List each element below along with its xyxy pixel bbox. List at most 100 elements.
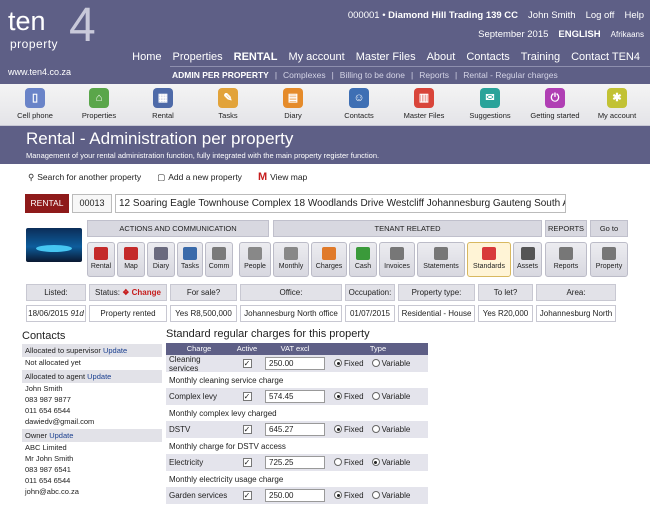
toolbar-master-files[interactable]: ▥ Master Files <box>389 88 459 120</box>
charges-title: Standard regular charges for this proper… <box>166 328 370 340</box>
toolbar-my-account[interactable]: ✱ My account <box>582 88 650 120</box>
toolbar-cell-phone[interactable]: ▯ Cell phone <box>0 88 70 120</box>
nav-rental[interactable]: RENTAL <box>234 51 278 63</box>
tab-people[interactable]: People <box>239 242 271 277</box>
toolbar-properties[interactable]: ⌂ Properties <box>64 88 134 120</box>
contacts-panel: Contacts Allocated to supervisor Update … <box>22 330 162 497</box>
subnav-billing[interactable]: Billing to be done <box>340 70 405 80</box>
property-type-value: Residential - House <box>398 305 475 322</box>
language-afrikaans[interactable]: Afrikaans <box>611 30 644 39</box>
tab-property[interactable]: Property <box>590 242 628 277</box>
subnav-complexes[interactable]: Complexes <box>283 70 326 80</box>
subnav-regular-charges[interactable]: Rental - Regular charges <box>463 70 558 80</box>
language-english[interactable]: ENGLISH <box>558 29 600 40</box>
fixed-radio[interactable]: Fixed <box>334 425 364 434</box>
active-cell: ✓ <box>232 491 262 500</box>
charges-header: Charge Active VAT excl Type <box>166 343 428 355</box>
nav-contacts[interactable]: Contacts <box>466 51 509 63</box>
power-icon: ⏻ <box>545 88 565 108</box>
tab-tasks[interactable]: Tasks <box>177 242 203 277</box>
tab-diary[interactable]: Diary <box>147 242 175 277</box>
tab-invoices[interactable]: Invoices <box>379 242 415 277</box>
fixed-radio[interactable]: Fixed <box>334 458 364 467</box>
active-checkbox[interactable]: ✓ <box>242 458 252 467</box>
logoff-link[interactable]: Log off <box>586 10 615 21</box>
owner-bar: Owner Update <box>22 429 162 442</box>
fixed-radio[interactable]: Fixed <box>334 392 364 401</box>
view-map-link[interactable]: M View map <box>258 171 307 183</box>
nav-home[interactable]: Home <box>132 51 161 63</box>
toolbar-tasks[interactable]: ✎ Tasks <box>193 88 263 120</box>
folder-icon: ▥ <box>414 88 434 108</box>
amount-cell: 725.25 <box>262 456 328 469</box>
tab-standards[interactable]: Standards <box>467 242 511 277</box>
tab-rental[interactable]: Rental <box>87 242 115 277</box>
variable-radio[interactable]: Variable <box>371 491 410 500</box>
change-status-link[interactable]: ❖ Change <box>122 288 161 297</box>
active-checkbox[interactable]: ✓ <box>242 392 252 401</box>
tab-statements[interactable]: Statements <box>417 242 465 277</box>
toolbar-rental[interactable]: ▦ Rental <box>128 88 198 120</box>
nav-about[interactable]: About <box>427 51 456 63</box>
variable-radio[interactable]: Variable <box>371 392 410 401</box>
refresh-icon <box>482 247 496 260</box>
logo-subtext: property <box>10 37 59 51</box>
toolbar-getting-started[interactable]: ⏻ Getting started <box>520 88 590 120</box>
document-icon: ▢ <box>157 171 166 182</box>
update-owner-link[interactable]: Update <box>49 431 73 440</box>
toolbar-contacts[interactable]: ☺ Contacts <box>324 88 394 120</box>
subnav-reports[interactable]: Reports <box>419 70 449 80</box>
charge-description: Monthly cleaning service charge <box>169 376 284 385</box>
owner-email[interactable]: john@abc.co.za <box>22 486 162 497</box>
fixed-radio[interactable]: Fixed <box>334 359 364 368</box>
tab-monthly[interactable]: Monthly <box>273 242 309 277</box>
variable-radio[interactable]: Variable <box>371 458 410 467</box>
assets-icon <box>520 247 535 260</box>
tab-map[interactable]: Map <box>117 242 145 277</box>
update-agent-link[interactable]: Update <box>87 372 111 381</box>
agent-email[interactable]: dawiedv@gmail.com <box>22 416 162 427</box>
occupation-value: 01/07/2015 <box>345 305 395 322</box>
search-property-link[interactable]: ⚲ Search for another property <box>28 172 141 183</box>
nav-master-files[interactable]: Master Files <box>356 51 416 63</box>
active-cell: ✓ <box>232 359 262 368</box>
supervisor-bar: Allocated to supervisor Update <box>22 344 162 357</box>
tab-reports[interactable]: Reports <box>545 242 587 277</box>
amount-input[interactable]: 574.45 <box>265 390 325 403</box>
statement-icon <box>434 247 448 260</box>
charge-name: Garden services <box>169 491 228 500</box>
col-active: Active <box>236 344 258 353</box>
status-value: Property rented <box>89 305 167 322</box>
tab-charges[interactable]: Charges <box>311 242 347 277</box>
active-checkbox[interactable]: ✓ <box>242 491 252 500</box>
fixed-radio[interactable]: Fixed <box>334 491 364 500</box>
person-icon: ☺ <box>349 88 369 108</box>
update-supervisor-link[interactable]: Update <box>103 346 127 355</box>
tab-cash[interactable]: Cash <box>349 242 377 277</box>
agent-name: John Smith <box>25 384 63 393</box>
amount-input[interactable]: 725.25 <box>265 456 325 469</box>
label-to-let: To let? <box>478 284 533 301</box>
subnav-admin[interactable]: ADMIN PER PROPERTY <box>172 70 269 80</box>
nav-properties[interactable]: Properties <box>173 51 223 63</box>
tab-assets[interactable]: Assets <box>513 242 542 277</box>
variable-radio[interactable]: Variable <box>371 359 410 368</box>
tab-comm[interactable]: Comm <box>205 242 233 277</box>
add-property-link[interactable]: ▢ Add a new property <box>157 172 242 183</box>
charge-description: Monthly electricity usage charge <box>169 475 284 484</box>
toolbar-diary[interactable]: ▤ Diary <box>258 88 328 120</box>
toolbar-suggestions[interactable]: ✉ Suggestions <box>455 88 525 120</box>
nav-contact-ten4[interactable]: Contact TEN4 <box>571 51 640 63</box>
variable-radio[interactable]: Variable <box>371 425 410 434</box>
amount-input[interactable]: 250.00 <box>265 489 325 502</box>
pin-icon: ✎ <box>218 88 238 108</box>
active-checkbox[interactable]: ✓ <box>242 425 252 434</box>
help-link[interactable]: Help <box>624 10 644 21</box>
amount-input[interactable]: 250.00 <box>265 357 325 370</box>
nav-my-account[interactable]: My account <box>288 51 344 63</box>
nav-training[interactable]: Training <box>521 51 560 63</box>
active-checkbox[interactable]: ✓ <box>242 359 252 368</box>
charges-rows: Cleaning services ✓ 250.00 Fixed Variable Mon… <box>166 355 428 505</box>
amount-input[interactable]: 645.27 <box>265 423 325 436</box>
page-subtitle: Management of your rental administration… <box>26 151 380 160</box>
